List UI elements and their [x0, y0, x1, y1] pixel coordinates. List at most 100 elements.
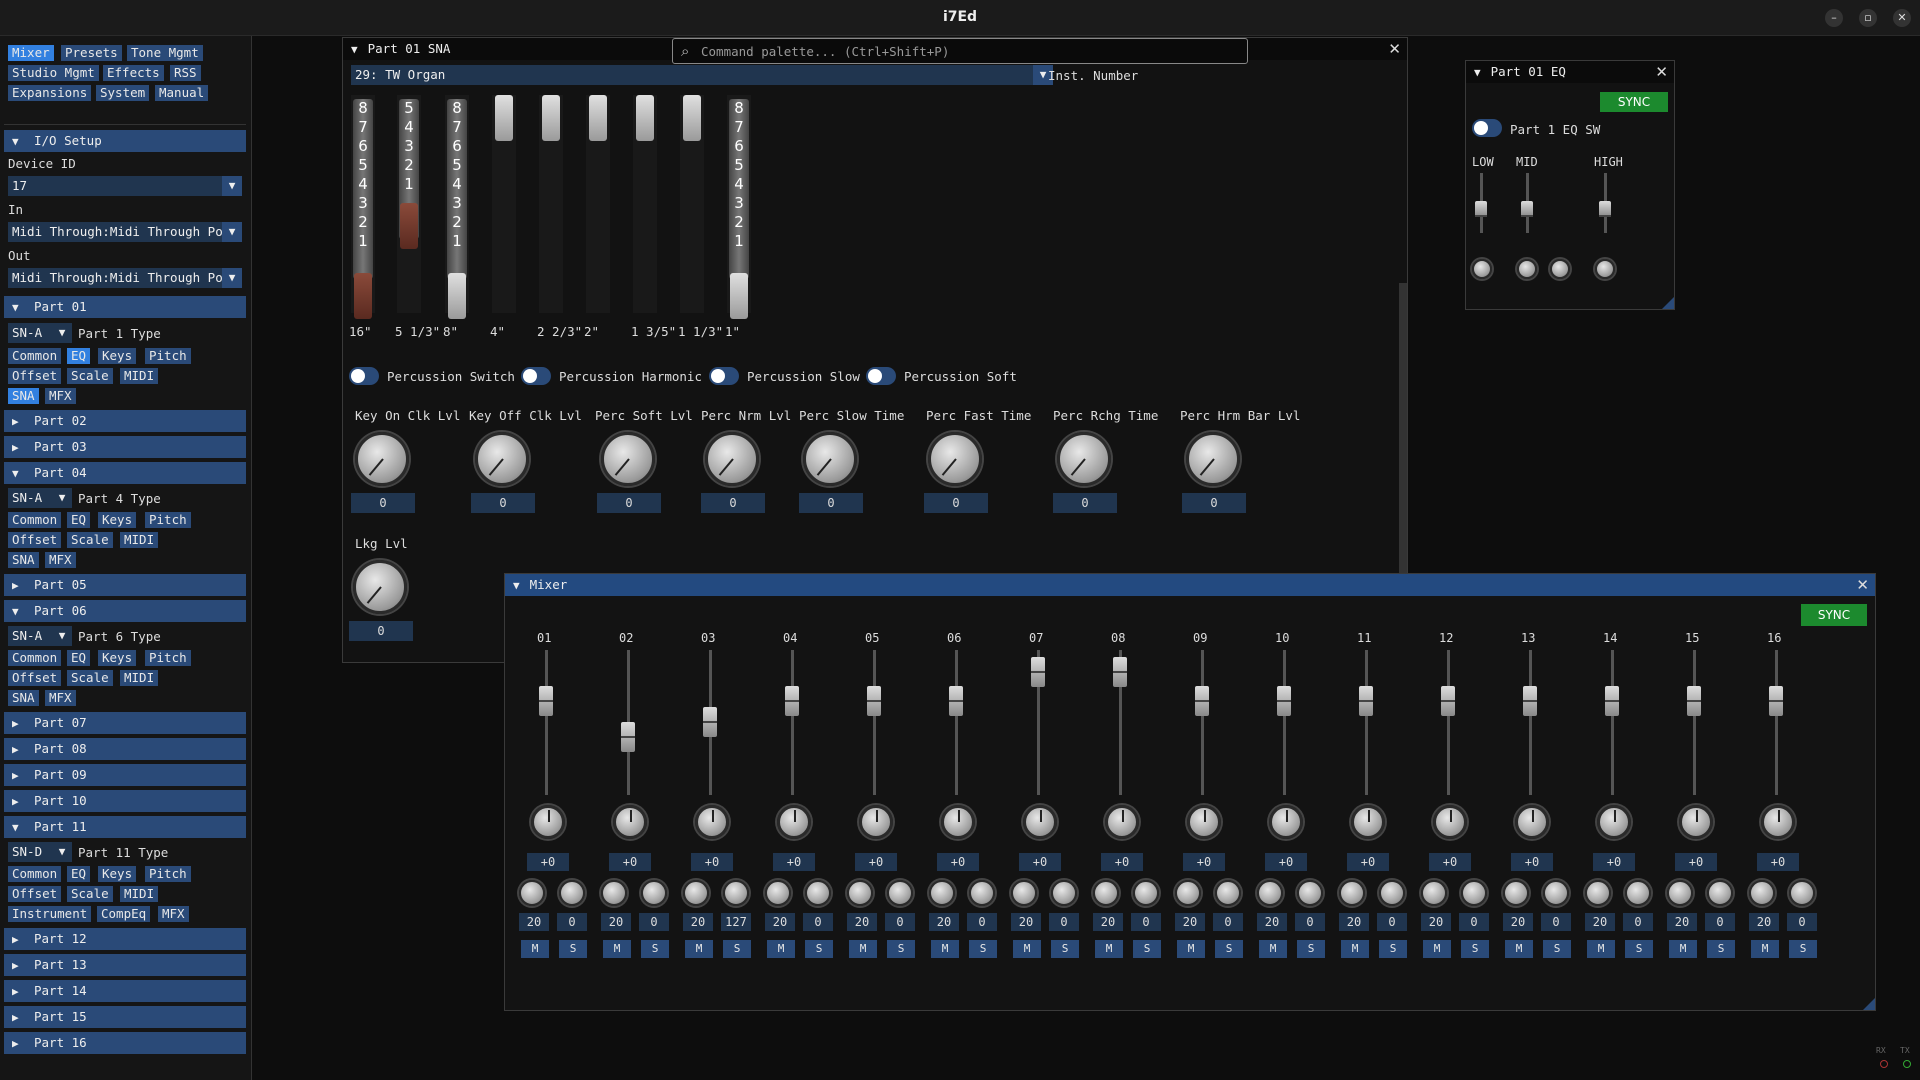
part-15-header[interactable]: ▶ Part 15	[4, 1006, 246, 1028]
solo-button[interactable]: S	[1297, 940, 1325, 958]
chorus-send-knob[interactable]	[765, 880, 791, 906]
parameter-knob[interactable]	[601, 432, 655, 486]
solo-button[interactable]: S	[723, 940, 751, 958]
reverb-send-knob[interactable]	[1543, 880, 1569, 906]
chorus-send-knob[interactable]	[683, 880, 709, 906]
nav-presets[interactable]: Presets	[61, 45, 122, 61]
chorus-send-knob[interactable]	[1257, 880, 1283, 906]
part-11-midi-button[interactable]: MIDI	[120, 886, 159, 902]
chorus-send-knob[interactable]	[1339, 880, 1365, 906]
part-01-mfx-button[interactable]: MFX	[45, 388, 76, 404]
part-11-instrument-button[interactable]: Instrument	[8, 906, 92, 922]
nav-rss[interactable]: RSS	[170, 65, 201, 81]
drawbar-8[interactable]	[680, 95, 704, 313]
nav-mixer[interactable]: Mixer	[8, 45, 54, 61]
part-01-header[interactable]: ▼ Part 01	[4, 296, 246, 318]
part-04-common-button[interactable]: Common	[8, 512, 62, 528]
part-01-sna-button[interactable]: SNA	[8, 388, 39, 404]
drawbar-2[interactable]: 5 4 3 2 1	[397, 95, 421, 313]
percussion-toggle-1[interactable]	[349, 367, 379, 385]
knob-value[interactable]: 0	[701, 493, 765, 513]
device-id-select[interactable]: 17 ▼	[8, 176, 242, 196]
part-11-pitch-button[interactable]: Pitch	[145, 866, 191, 882]
reverb-send-knob[interactable]	[1707, 880, 1733, 906]
mute-button[interactable]: M	[1423, 940, 1451, 958]
eq-low-slider[interactable]	[1475, 201, 1487, 217]
pan-knob[interactable]	[941, 805, 975, 839]
knob-value[interactable]: 0	[1182, 493, 1246, 513]
reverb-send-value[interactable]: 0	[1623, 913, 1653, 931]
pan-knob[interactable]	[1187, 805, 1221, 839]
knob-value[interactable]: 0	[471, 493, 535, 513]
pan-value[interactable]: +0	[773, 853, 815, 871]
resize-handle[interactable]	[1863, 998, 1875, 1010]
part-06-offset-button[interactable]: Offset	[8, 670, 62, 686]
drawbar-1[interactable]: 8 7 6 5 4 3 2 1	[351, 95, 375, 319]
eq-mid-slider[interactable]	[1521, 201, 1533, 217]
pan-value[interactable]: +0	[1675, 853, 1717, 871]
part-06-pitch-button[interactable]: Pitch	[145, 650, 191, 666]
pan-knob[interactable]	[695, 805, 729, 839]
eq-title-bar[interactable]: ▼ Part 01 EQ ✕	[1466, 61, 1674, 83]
channel-fader[interactable]	[1195, 685, 1209, 716]
chorus-send-value[interactable]: 20	[929, 913, 959, 931]
resize-handle[interactable]	[1662, 297, 1674, 309]
chorus-send-value[interactable]: 20	[1257, 913, 1287, 931]
chorus-send-value[interactable]: 20	[847, 913, 877, 931]
midi-out-select[interactable]: Midi Through:Midi Through Port ▼	[8, 268, 242, 288]
chorus-send-knob[interactable]	[1011, 880, 1037, 906]
solo-button[interactable]: S	[887, 940, 915, 958]
pan-value[interactable]: +0	[1101, 853, 1143, 871]
part-10-header[interactable]: ▶ Part 10	[4, 790, 246, 812]
part-05-header[interactable]: ▶ Part 05	[4, 574, 246, 596]
pan-value[interactable]: +0	[1593, 853, 1635, 871]
close-icon[interactable]: ✕	[1856, 574, 1869, 596]
mixer-title-bar[interactable]: ▼ Mixer ✕	[505, 574, 1875, 596]
reverb-send-value[interactable]: 0	[1787, 913, 1817, 931]
nav-manual[interactable]: Manual	[155, 85, 209, 101]
mute-button[interactable]: M	[685, 940, 713, 958]
reverb-send-value[interactable]: 0	[557, 913, 587, 931]
channel-fader[interactable]	[867, 685, 881, 716]
part-03-header[interactable]: ▶ Part 03	[4, 436, 246, 458]
drawbar-handle[interactable]	[400, 203, 418, 249]
solo-button[interactable]: S	[1215, 940, 1243, 958]
reverb-send-knob[interactable]	[1215, 880, 1241, 906]
mute-button[interactable]: M	[1259, 940, 1287, 958]
pan-knob[interactable]	[1105, 805, 1139, 839]
drawbar-handle[interactable]	[730, 273, 748, 319]
solo-button[interactable]: S	[1461, 940, 1489, 958]
mute-button[interactable]: M	[767, 940, 795, 958]
reverb-send-knob[interactable]	[1051, 880, 1077, 906]
chorus-send-value[interactable]: 20	[1421, 913, 1451, 931]
parameter-knob[interactable]	[1057, 432, 1111, 486]
reverb-send-value[interactable]: 0	[1377, 913, 1407, 931]
part-06-midi-button[interactable]: MIDI	[120, 670, 159, 686]
chorus-send-knob[interactable]	[519, 880, 545, 906]
reverb-send-value[interactable]: 0	[885, 913, 915, 931]
pan-value[interactable]: +0	[855, 853, 897, 871]
knob-value[interactable]: 0	[349, 621, 413, 641]
chorus-send-knob[interactable]	[929, 880, 955, 906]
pan-knob[interactable]	[1679, 805, 1713, 839]
pan-knob[interactable]	[1351, 805, 1385, 839]
reverb-send-value[interactable]: 0	[1705, 913, 1735, 931]
mute-button[interactable]: M	[1013, 940, 1041, 958]
mute-button[interactable]: M	[1177, 940, 1205, 958]
drawbar-7[interactable]	[633, 95, 657, 313]
channel-fader[interactable]	[703, 707, 717, 738]
solo-button[interactable]: S	[1379, 940, 1407, 958]
part-04-header[interactable]: ▼ Part 04	[4, 462, 246, 484]
pan-value[interactable]: +0	[1347, 853, 1389, 871]
mute-button[interactable]: M	[1669, 940, 1697, 958]
channel-fader[interactable]	[621, 721, 635, 752]
chorus-send-value[interactable]: 20	[1585, 913, 1615, 931]
close-icon[interactable]: ✕	[1388, 38, 1401, 60]
eq-low-freq-knob[interactable]	[1472, 259, 1492, 279]
reverb-send-value[interactable]: 0	[1049, 913, 1079, 931]
channel-fader[interactable]	[1523, 685, 1537, 716]
solo-button[interactable]: S	[559, 940, 587, 958]
close-window-button[interactable]: ✕	[1893, 9, 1911, 27]
pan-value[interactable]: +0	[1183, 853, 1225, 871]
reverb-send-knob[interactable]	[723, 880, 749, 906]
